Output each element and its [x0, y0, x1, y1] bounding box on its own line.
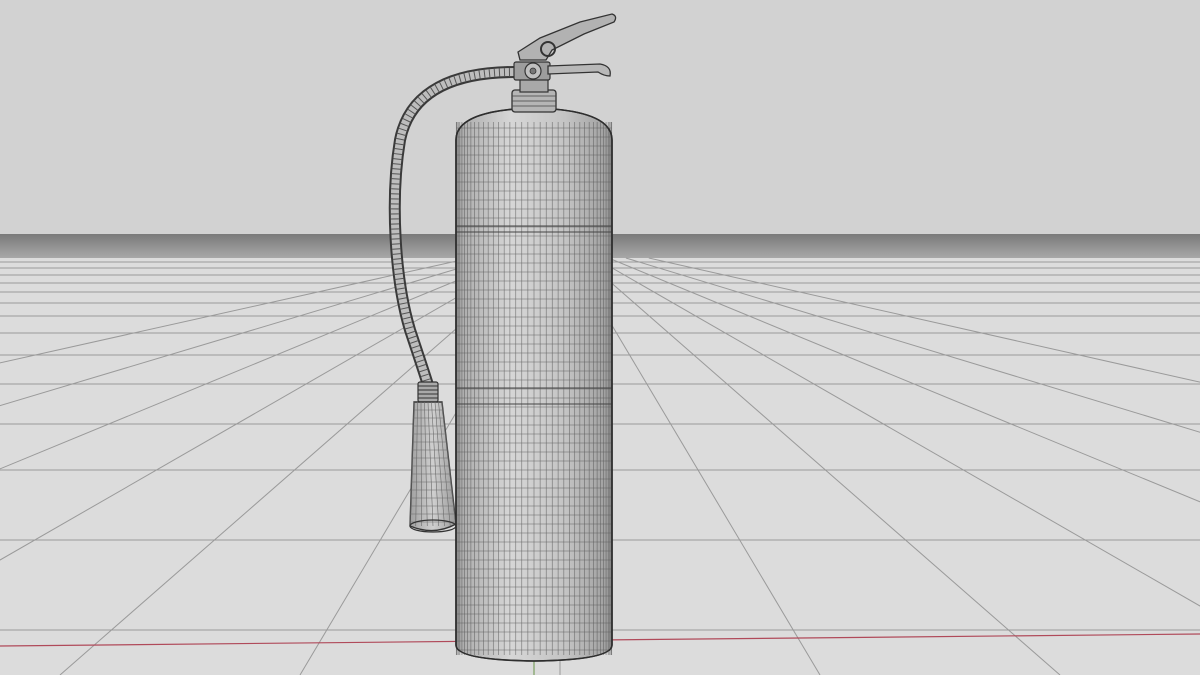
cylinder-body[interactable]	[455, 107, 613, 662]
3d-viewport[interactable]	[0, 0, 1200, 675]
hose-coupling	[417, 381, 439, 403]
